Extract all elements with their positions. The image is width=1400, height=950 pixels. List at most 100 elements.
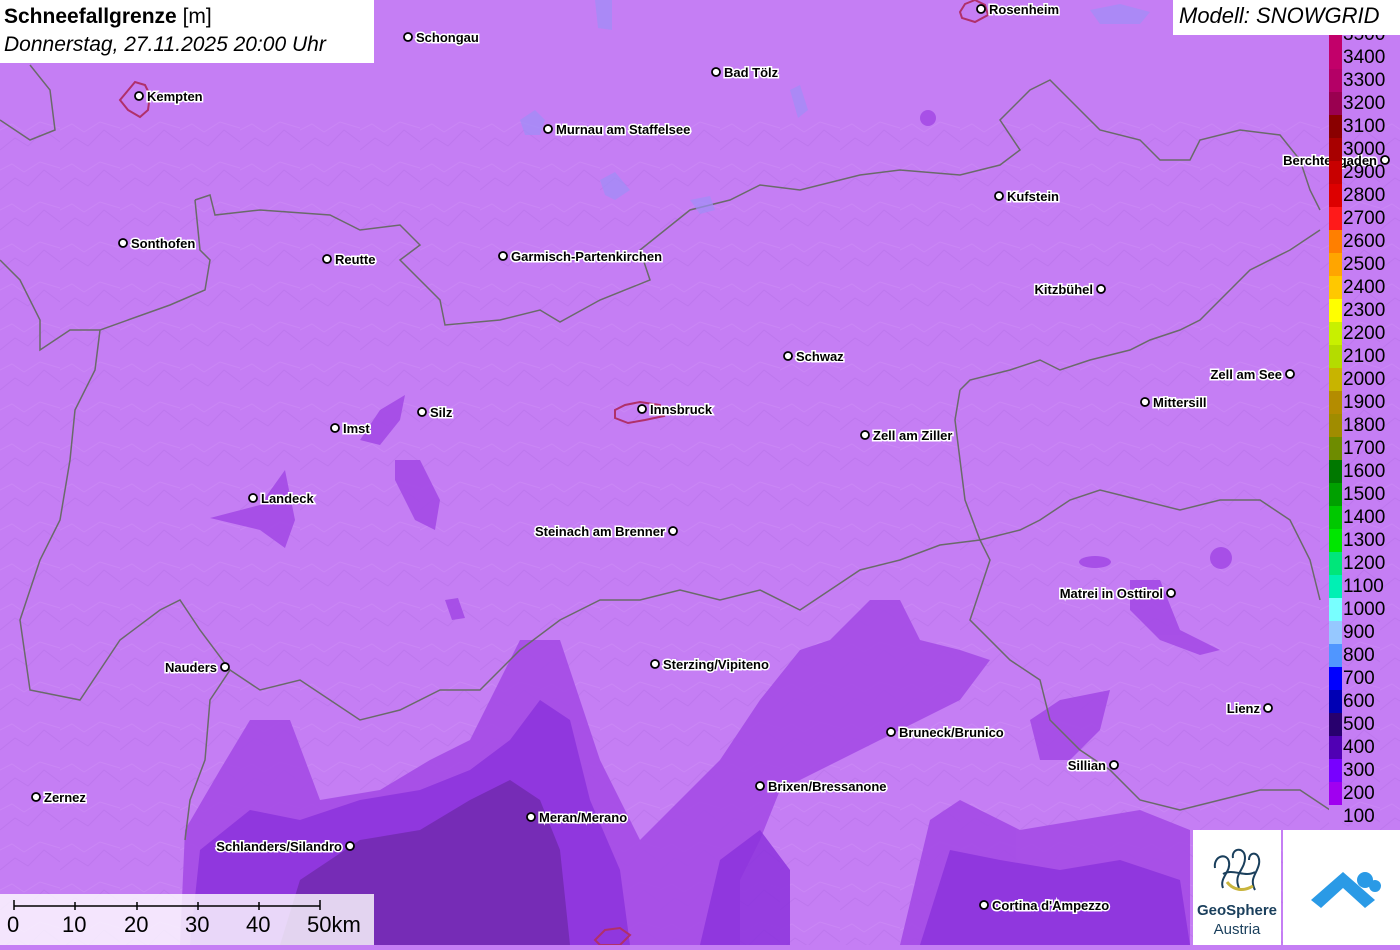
legend-label: 800 [1343,645,1375,666]
legend-swatch [1329,92,1342,115]
city-label: Garmisch-Partenkirchen [511,249,662,264]
city-label: Reutte [335,252,375,267]
geosphere-name: GeoSphere [1196,902,1278,919]
city-dot-icon [118,238,128,248]
legend-label: 3500 [1343,35,1385,46]
legend-row-3200: 3200 [1328,92,1400,115]
city-label: Zernez [44,790,86,805]
legend-row-2900: 2900 [1328,161,1400,184]
city-marker[interactable]: Murnau am Staffelsee [543,121,692,139]
city-label: Schongau [416,30,479,45]
legend-row-3100: 3100 [1328,115,1400,138]
legend-swatch [1329,207,1342,230]
city-marker[interactable]: Sonthofen [118,235,197,253]
city-label: Zell am Ziller [873,428,952,443]
scale-tick-10: 10 [62,912,87,937]
color-legend: 3500340033003200310030002900280027002600… [1328,35,1400,830]
city-marker[interactable]: Matrei in Osttirol [1058,585,1176,603]
snowgrid-logo[interactable] [1283,830,1400,945]
city-dot-icon [322,254,332,264]
legend-label: 100 [1343,806,1375,827]
legend-swatch [1329,713,1342,736]
city-dot-icon [134,91,144,101]
legend-label: 3200 [1343,93,1386,114]
map-datetime: Donnerstag, 27.11.2025 20:00 Uhr [4,33,326,56]
city-marker[interactable]: Schongau [403,29,480,47]
city-marker[interactable]: Steinach am Brenner [533,523,678,541]
city-marker[interactable]: Garmisch-Partenkirchen [498,248,664,266]
legend-swatch [1329,644,1342,667]
legend-row-2700: 2700 [1328,207,1400,230]
city-label: Rosenheim [989,2,1059,17]
legend-row-2000: 2000 [1328,368,1400,391]
legend-label: 2700 [1343,208,1386,229]
legend-label: 1500 [1343,484,1386,505]
city-dot-icon [994,191,1004,201]
legend-label: 1400 [1343,507,1386,528]
city-marker[interactable]: Rosenheim [976,1,1061,19]
city-dot-icon [1140,397,1150,407]
legend-swatch [1329,506,1342,529]
legend-row-1700: 1700 [1328,437,1400,460]
legend-row-900: 900 [1328,621,1400,644]
map-title: Schneefallgrenze [m] [4,3,370,31]
legend-row-3500: 3500 [1328,35,1400,46]
legend-row-200: 200 [1328,782,1400,805]
city-marker[interactable]: Sterzing/Vipiteno [650,656,770,674]
city-dot-icon [650,659,660,669]
city-marker[interactable]: Brixen/Bressanone [755,778,888,796]
city-label: Lienz [1227,701,1261,716]
legend-swatch [1329,299,1342,322]
legend-swatch [1329,46,1342,69]
map-title-main: Schneefallgrenze [4,5,177,28]
city-marker[interactable]: Zell am See [1209,366,1295,384]
city-marker[interactable]: Bruneck/Brunico [886,724,1005,742]
legend-swatch [1329,322,1342,345]
city-label: Zell am See [1210,367,1282,382]
city-label: Imst [343,421,370,436]
geosphere-country: Austria [1213,921,1261,938]
city-label: Matrei in Osttirol [1060,586,1163,601]
legend-swatch [1329,598,1342,621]
city-dot-icon [668,526,678,536]
city-label: Bruneck/Brunico [899,725,1004,740]
city-label: Mittersill [1153,395,1206,410]
city-marker[interactable]: Schlanders/Silandro [215,838,355,856]
legend-row-800: 800 [1328,644,1400,667]
city-marker[interactable]: Zell am Ziller [860,427,954,445]
legend-swatch [1329,759,1342,782]
legend-row-2800: 2800 [1328,184,1400,207]
legend-label: 700 [1343,668,1375,689]
legend-swatch [1329,690,1342,713]
legend-label: 3300 [1343,70,1386,91]
legend-label: 2600 [1343,231,1386,252]
city-dot-icon [860,430,870,440]
legend-label: 2300 [1343,300,1386,321]
city-dot-icon [1263,703,1273,713]
scale-tick-50: 50km [307,912,361,937]
legend-swatch [1329,138,1342,161]
title-panel: Schneefallgrenze [m] Donnerstag, 27.11.2… [0,0,374,63]
legend-label: 2100 [1343,346,1386,367]
snowline-map[interactable]: Rosenheim Schongau Bad Tölz Kempten Murnau a… [0,0,1400,945]
city-dot-icon [330,423,340,433]
city-marker[interactable]: Meran/Merano [526,809,629,827]
legend-swatch [1329,368,1342,391]
legend-row-2600: 2600 [1328,230,1400,253]
city-label: Cortina d'Ampezzo [992,898,1109,913]
geosphere-logo[interactable]: GeoSphere Austria [1193,830,1281,945]
legend-swatch [1329,35,1342,46]
city-dot-icon [1285,369,1295,379]
city-marker[interactable]: Innsbruck [637,401,714,419]
city-marker[interactable]: Cortina d'Ampezzo [979,897,1111,915]
legend-swatch [1329,529,1342,552]
legend-swatch [1329,345,1342,368]
city-label: Kufstein [1007,189,1059,204]
legend-swatch [1329,483,1342,506]
city-label: Schwaz [796,349,844,364]
legend-label: 900 [1343,622,1375,643]
legend-row-1200: 1200 [1328,552,1400,575]
legend-row-400: 400 [1328,736,1400,759]
city-dot-icon [637,404,647,414]
scale-tick-20: 20 [124,912,149,937]
